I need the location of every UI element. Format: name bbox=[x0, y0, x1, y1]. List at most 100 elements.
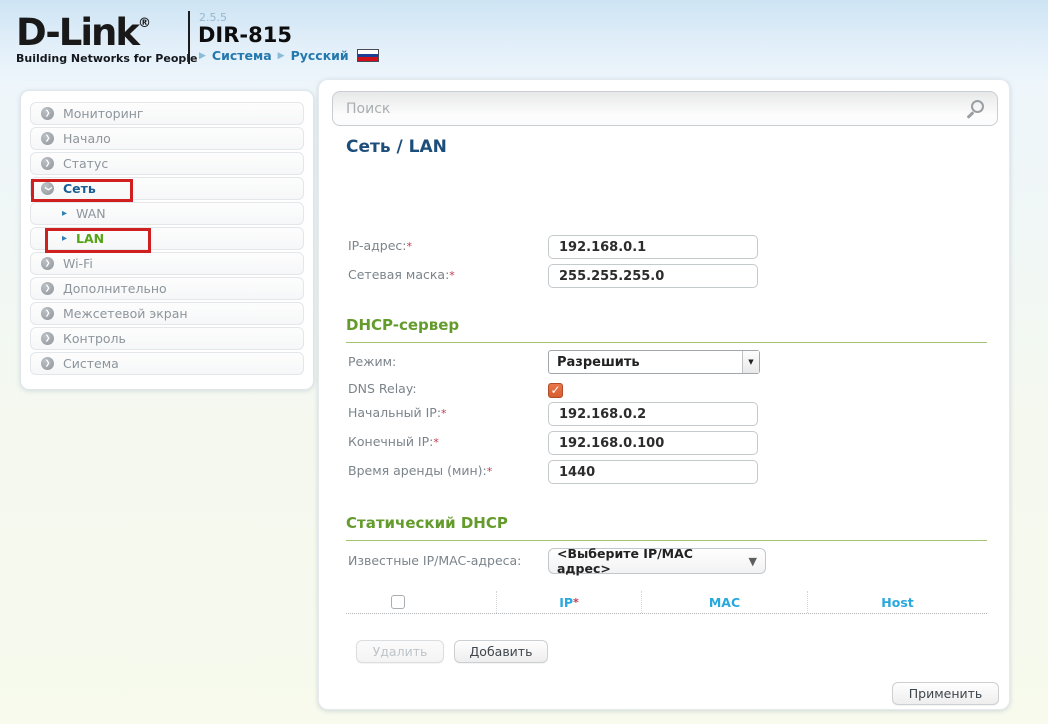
sidebar-item-label: Сеть bbox=[63, 181, 96, 196]
label-text: Начальный IP: bbox=[348, 405, 441, 420]
column-header-ip: IP* bbox=[496, 591, 641, 613]
sidebar-item-status[interactable]: ❯ Статус bbox=[30, 152, 304, 175]
dlink-logo: D-Link® Building Networks for People bbox=[16, 5, 197, 65]
header-divider bbox=[188, 11, 190, 64]
lease-time-label: Время аренды (мин):* bbox=[348, 463, 492, 478]
netmask-label: Сетевая маска:* bbox=[348, 267, 455, 282]
sidebar-item-start[interactable]: ❯ Начало bbox=[30, 127, 304, 150]
sidebar-item-label: Wi-Fi bbox=[63, 256, 93, 271]
sidebar-item-wan[interactable]: ▸ WAN bbox=[30, 202, 304, 225]
column-label: IP bbox=[559, 595, 573, 610]
sidebar-item-label: Контроль bbox=[63, 331, 126, 346]
sidebar-item-label: Мониторинг bbox=[63, 106, 143, 121]
breadcrumb-item-language[interactable]: Русский bbox=[291, 48, 349, 63]
chevron-glyph: ❯ bbox=[45, 257, 51, 270]
sidebar-item-label: WAN bbox=[76, 206, 106, 221]
chevron-glyph: ❯ bbox=[45, 107, 51, 120]
logo-text: D-Link® bbox=[16, 5, 197, 52]
required-asterisk: * bbox=[573, 596, 579, 609]
required-asterisk: * bbox=[441, 407, 447, 420]
main-content: Сеть / LAN IP-адрес:* Сетевая маска:* DH… bbox=[318, 79, 1010, 710]
sidebar-item-advanced[interactable]: ❯ Дополнительно bbox=[30, 277, 304, 300]
chevron-right-circle-icon: ❯ bbox=[41, 307, 54, 320]
end-ip-label: Конечный IP:* bbox=[348, 434, 439, 449]
sidebar-item-label: LAN bbox=[76, 231, 104, 246]
breadcrumb-arrow-icon: ▶ bbox=[278, 51, 285, 61]
chevron-glyph: ❯ bbox=[41, 186, 54, 192]
label-text: IP-адрес: bbox=[348, 238, 406, 253]
breadcrumb: ▶ Система ▶ Русский bbox=[199, 48, 379, 63]
start-ip-label: Начальный IP:* bbox=[348, 405, 447, 420]
chevron-right-circle-icon: ❯ bbox=[41, 332, 54, 345]
ip-address-field[interactable] bbox=[548, 235, 758, 259]
select-all-checkbox[interactable] bbox=[391, 595, 405, 609]
chevron-right-circle-icon: ❯ bbox=[41, 132, 54, 145]
column-header-host: Host bbox=[807, 591, 987, 613]
sidebar-item-wifi[interactable]: ❯ Wi-Fi bbox=[30, 252, 304, 275]
sidebar-item-monitoring[interactable]: ❯ Мониторинг bbox=[30, 102, 304, 125]
dns-relay-checkbox[interactable]: ✓ bbox=[548, 383, 563, 398]
sidebar: ❯ Мониторинг ❯ Начало ❯ Статус ❯ Сеть ▸ … bbox=[20, 90, 314, 390]
static-dhcp-table-header: IP* MAC Host bbox=[346, 591, 987, 614]
dns-relay-label: DNS Relay: bbox=[348, 381, 417, 396]
chevron-right-circle-icon: ❯ bbox=[41, 357, 54, 370]
dropdown-arrow-icon: ▼ bbox=[749, 555, 757, 568]
search-bar[interactable] bbox=[332, 91, 998, 126]
sidebar-item-label: Статус bbox=[63, 156, 108, 171]
breadcrumb-arrow-icon: ▶ bbox=[199, 51, 206, 61]
label-text: Время аренды (мин): bbox=[348, 463, 487, 478]
sidebar-item-firewall[interactable]: ❯ Межсетевой экран bbox=[30, 302, 304, 325]
add-button[interactable]: Добавить bbox=[454, 640, 548, 663]
chevron-glyph: ❯ bbox=[45, 132, 51, 145]
sidebar-item-system[interactable]: ❯ Система bbox=[30, 352, 304, 375]
chevron-right-circle-icon: ❯ bbox=[41, 282, 54, 295]
page-title: Сеть / LAN bbox=[346, 137, 447, 157]
chevron-right-circle-icon: ❯ bbox=[41, 107, 54, 120]
ip-address-label: IP-адрес:* bbox=[348, 238, 412, 253]
search-input[interactable] bbox=[346, 101, 971, 117]
chevron-right-circle-icon: ❯ bbox=[41, 257, 54, 270]
russian-flag-icon[interactable] bbox=[357, 49, 379, 62]
chevron-down-circle-icon: ❯ bbox=[41, 182, 54, 195]
end-ip-field[interactable] bbox=[548, 431, 758, 455]
arrow-right-icon: ▸ bbox=[62, 209, 67, 219]
column-header-mac: MAC bbox=[641, 591, 807, 613]
known-ip-mac-select[interactable]: <Выберите IP/MAC адрес> ▼ bbox=[548, 548, 766, 574]
search-icon[interactable] bbox=[971, 100, 984, 113]
sidebar-item-label: Дополнительно bbox=[63, 281, 167, 296]
netmask-field[interactable] bbox=[548, 264, 758, 288]
chevron-glyph: ❯ bbox=[45, 282, 51, 295]
start-ip-field[interactable] bbox=[548, 402, 758, 426]
breadcrumb-item-system[interactable]: Система bbox=[212, 48, 272, 63]
sidebar-item-label: Начало bbox=[63, 131, 111, 146]
column-label: Host bbox=[881, 595, 913, 610]
sidebar-item-control[interactable]: ❯ Контроль bbox=[30, 327, 304, 350]
column-label: MAC bbox=[709, 595, 740, 610]
label-text: Конечный IP: bbox=[348, 434, 433, 449]
dhcp-server-section-title: DHCP-сервер bbox=[346, 316, 987, 343]
required-asterisk: * bbox=[433, 436, 439, 449]
arrow-right-icon: ▸ bbox=[62, 234, 67, 244]
required-asterisk: * bbox=[487, 465, 493, 478]
apply-button[interactable]: Применить bbox=[892, 682, 999, 705]
registered-mark: ® bbox=[138, 16, 151, 31]
sidebar-item-label: Межсетевой экран bbox=[63, 306, 188, 321]
sidebar-item-label: Система bbox=[63, 356, 119, 371]
sidebar-item-lan[interactable]: ▸ LAN bbox=[30, 227, 304, 250]
dhcp-mode-select[interactable]: Разрешить ▼ bbox=[548, 350, 760, 374]
header: D-Link® Building Networks for People 2.5… bbox=[0, 0, 1048, 78]
known-ip-mac-label: Известные IP/MAC-адреса: bbox=[348, 553, 521, 568]
delete-button: Удалить bbox=[356, 640, 444, 663]
logo-wordmark: D-Link bbox=[16, 11, 138, 54]
select-all-cell bbox=[346, 591, 496, 613]
label-text: Сетевая маска: bbox=[348, 267, 449, 282]
static-dhcp-section-title: Статический DHCP bbox=[346, 514, 987, 541]
select-dropdown-arrow-icon[interactable]: ▼ bbox=[742, 351, 759, 373]
mode-label: Режим: bbox=[348, 354, 396, 369]
sidebar-item-network[interactable]: ❯ Сеть bbox=[30, 177, 304, 200]
check-icon: ✓ bbox=[550, 383, 560, 397]
chevron-glyph: ❯ bbox=[45, 357, 51, 370]
chevron-glyph: ❯ bbox=[45, 157, 51, 170]
lease-time-field[interactable] bbox=[548, 460, 758, 484]
chevron-right-circle-icon: ❯ bbox=[41, 157, 54, 170]
